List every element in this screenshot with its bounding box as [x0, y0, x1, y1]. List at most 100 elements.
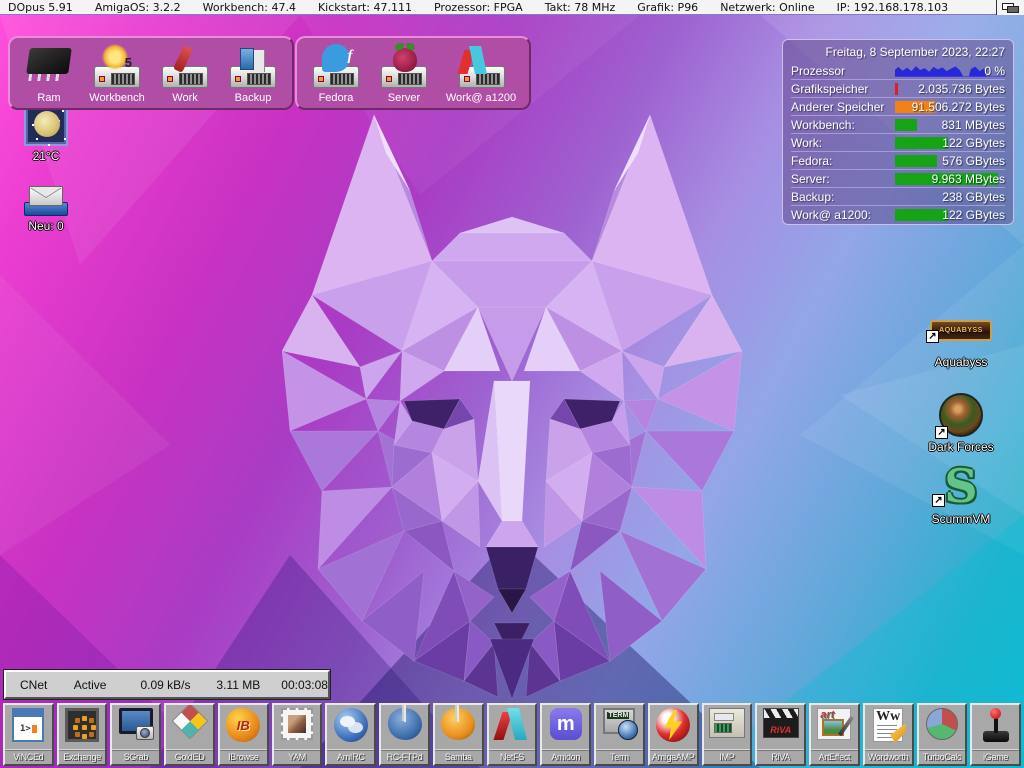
cnet-interface-name: CNet	[6, 678, 74, 692]
dock-item-rc-ftpd[interactable]: RC-FTPd	[379, 703, 430, 766]
terminal-globe-icon: TERM	[603, 708, 635, 734]
row-label: Work@ a1200:	[791, 208, 895, 222]
row-bar-area: 9.963 MBytes	[895, 173, 1005, 185]
cnet-status-window[interactable]: CNet Active 0.09 kB/s 3.11 MB 00:03:08	[4, 670, 330, 699]
menubar-dopus-version: DOpus 5.91	[0, 1, 87, 14]
desktop-icon-aquabyss[interactable]: AQUABYSS ↗ Aquabyss	[925, 320, 997, 369]
dock-item-label: Fedora	[307, 92, 365, 104]
system-info-panel: Freitag, 8 September 2023, 22:27 Prozess…	[782, 39, 1014, 225]
scummvm-icon: S ↗	[938, 463, 984, 509]
netfs-ribbon-icon	[495, 708, 529, 742]
dock-item-work[interactable]: Work	[156, 44, 214, 104]
usage-bar	[895, 209, 948, 221]
panel-row-server: Server: 9.963 MBytes	[791, 170, 1005, 188]
desktop-icon-dark-forces[interactable]: ↗ Dark Forces	[925, 393, 997, 454]
dock-item-label: RiVA	[757, 750, 804, 764]
workbench-drive-icon: 5	[102, 44, 128, 70]
row-bar-area: 576 GBytes	[895, 155, 1005, 167]
dock-item-backup[interactable]: Backup	[224, 44, 282, 104]
dock-item-label: iGame	[972, 750, 1019, 764]
dock-item-vinced[interactable]: 1> ViNCEd	[3, 703, 54, 766]
panel-row-prozessor: Prozessor 0 %	[791, 62, 1005, 80]
dock-item-exchange[interactable]: Exchange	[57, 703, 108, 766]
row-label: Anderer Speicher	[791, 100, 895, 114]
menubar-clock-speed: Takt: 78 MHz	[537, 1, 630, 14]
paint-easel-icon: art	[817, 708, 851, 740]
icon-glyph: m	[557, 709, 575, 739]
dock-item-workbench[interactable]: 5 Workbench	[88, 44, 146, 104]
dock-item-arteffect[interactable]: art ArtEffect	[809, 703, 860, 766]
desktop-icon-mail[interactable]: Neu: 0	[14, 186, 78, 233]
dock-item-turbocalc[interactable]: TurboCalc	[917, 703, 968, 766]
menubar-processor: Prozessor: FPGA	[426, 1, 537, 14]
document-pen-icon: Ww	[873, 708, 903, 742]
row-value: 831 MBytes	[942, 118, 1005, 132]
panel-date-time: Freitag, 8 September 2023, 22:27	[791, 43, 1005, 62]
menubar-ip-address: IP: 192.168.178.103	[829, 1, 963, 14]
dock-item-yam[interactable]: YAM	[272, 703, 323, 766]
dock-item-amidon[interactable]: m Amidon	[540, 703, 591, 766]
dock-item-label: Exchange	[59, 750, 106, 764]
irc-globe-icon	[334, 708, 368, 742]
dock-item-work-a1200[interactable]: Work@ a1200	[443, 44, 519, 104]
usage-bar	[895, 137, 948, 149]
dock-item-sgrab[interactable]: SGrab	[110, 703, 161, 766]
dock-item-netfs[interactable]: NetFS	[487, 703, 538, 766]
link-arrow-icon: ↗	[932, 494, 945, 507]
row-bar-area: 2.035.736 Bytes	[895, 83, 1005, 95]
dock-item-golded[interactable]: GoldED	[164, 703, 215, 766]
icon-label: Neu: 0	[14, 219, 78, 233]
screen-grab-icon	[119, 708, 153, 734]
icon-glyph: 1>	[20, 724, 31, 734]
dock-item-label: ViNCEd	[5, 750, 52, 764]
dock-item-label: SGrab	[112, 750, 159, 764]
menubar-graphics: Grafik: P96	[629, 1, 712, 14]
dock-item-igame[interactable]: iGame	[970, 703, 1021, 766]
row-value: 0 %	[984, 64, 1005, 78]
dock-item-label: NetFS	[489, 750, 536, 764]
joystick-ball	[990, 708, 1001, 719]
aquabyss-banner-icon: AQUABYSS ↗	[930, 320, 992, 341]
dock-item-samba[interactable]: Samba	[433, 703, 484, 766]
dock-item-label: RC-FTPd	[381, 750, 428, 764]
icon-label: Dark Forces	[925, 440, 997, 454]
row-label: Backup:	[791, 190, 895, 204]
menubar-kickstart-version: Kickstart: 47.111	[310, 1, 426, 14]
hard-drive-icon	[162, 66, 208, 88]
menubar-network-status: Netzwerk: Online	[712, 1, 828, 14]
dock-item-label: Workbench	[88, 92, 146, 104]
dock-item-wordworth[interactable]: Ww Wordworth	[863, 703, 914, 766]
dock-item-ibrowse[interactable]: IB IBrowse	[218, 703, 269, 766]
dock-item-imp[interactable]: IMP	[702, 703, 753, 766]
dock-item-fedora[interactable]: f Fedora	[307, 44, 365, 104]
row-label: Work:	[791, 136, 895, 150]
dock-item-label: AmigaAMP	[650, 750, 697, 764]
dock-item-label: Term	[596, 750, 643, 764]
mail-tray-icon	[24, 186, 68, 216]
desktop-icon-weather[interactable]: 21°C	[14, 102, 78, 163]
cnet-state: Active	[74, 678, 141, 692]
depth-gadget-front-rect	[1007, 6, 1019, 13]
fedora-drive-icon: f	[322, 44, 350, 72]
dock-item-label: Server	[375, 92, 433, 104]
usage-bar	[895, 119, 917, 131]
panel-row-anderer-speicher: Anderer Speicher 91.506.272 Bytes	[791, 98, 1005, 116]
samba-rock-antenna-icon	[441, 708, 475, 740]
cnet-uptime: 00:03:08	[281, 678, 328, 692]
dock-item-server[interactable]: Server	[375, 44, 433, 104]
row-label: Server:	[791, 172, 895, 186]
dock-item-riva[interactable]: RiVA RiVA	[755, 703, 806, 766]
stereo-rack-icon	[709, 708, 745, 738]
screen-depth-gadget-icon[interactable]	[996, 0, 1024, 15]
dock-item-amirc[interactable]: AmIRC	[325, 703, 376, 766]
boing-ball-bolt-icon	[656, 708, 690, 742]
dock-item-ram[interactable]: Ram	[20, 44, 78, 104]
dock-item-term[interactable]: TERM Term	[594, 703, 645, 766]
screen-title-bar: DOpus 5.91 AmigaOS: 3.2.2 Workbench: 47.…	[0, 0, 1024, 15]
desktop-icon-scummvm[interactable]: S ↗ ScummVM	[925, 463, 997, 526]
usage-bar	[895, 155, 937, 167]
joystick-icon	[979, 708, 1013, 744]
dock-item-amigaamp[interactable]: AmigaAMP	[648, 703, 699, 766]
row-label: Grafikspeicher	[791, 82, 895, 96]
dock-item-label: Work	[156, 92, 214, 104]
